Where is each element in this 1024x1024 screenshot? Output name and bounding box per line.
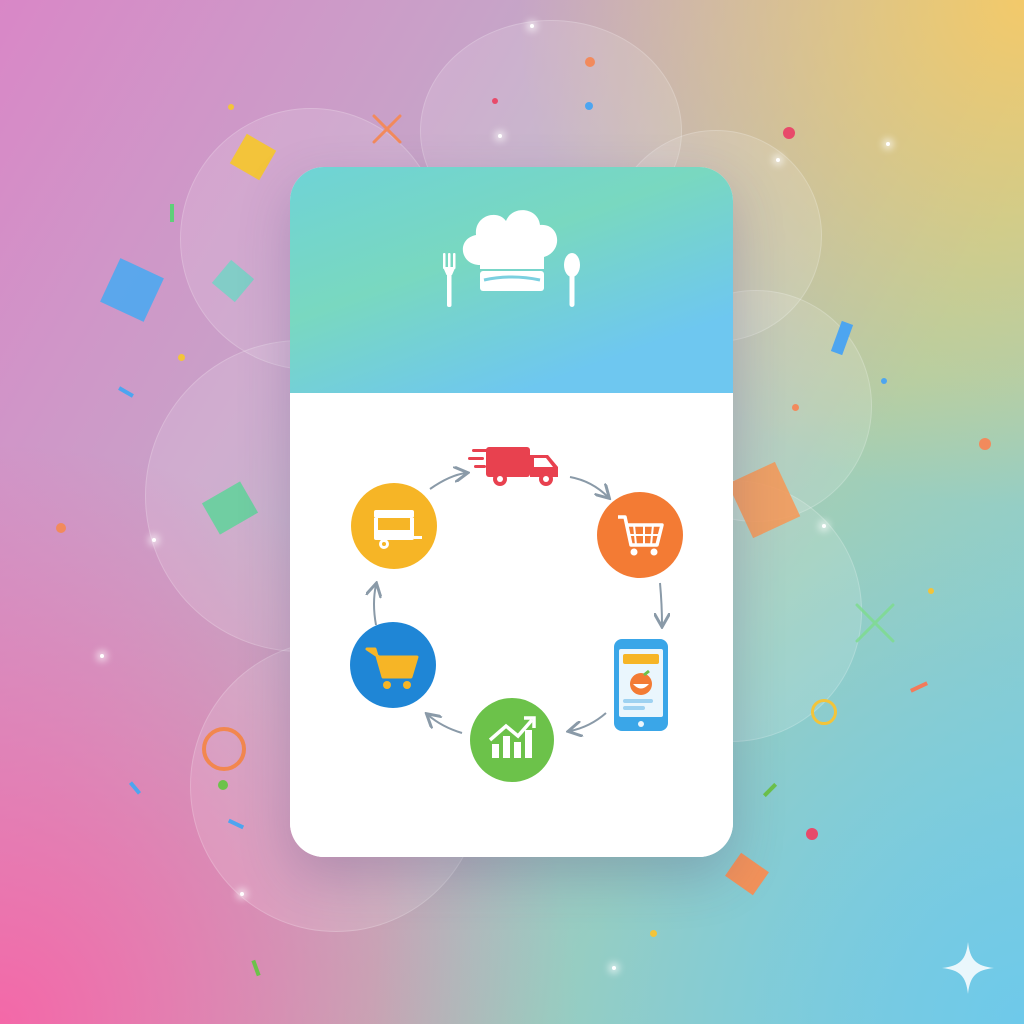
- shopping-cart-icon: [350, 622, 436, 708]
- confetti-dot: [492, 98, 498, 104]
- food-truck-icon: [351, 483, 437, 569]
- cycle-arrow: [429, 473, 466, 490]
- confetti-piece: [909, 681, 929, 693]
- sparkle: [100, 654, 104, 658]
- mobile-ordering-app-icon: [614, 639, 668, 731]
- cycle-arrow: [374, 585, 376, 626]
- confetti-piece: [100, 258, 164, 322]
- growth-chart-icon: [470, 698, 554, 782]
- confetti-dot: [585, 57, 595, 67]
- confetti-piece: [128, 781, 142, 795]
- ring-decoration: [811, 699, 837, 725]
- confetti-piece: [170, 204, 174, 222]
- delivery-truck-icon: [468, 447, 558, 486]
- cycle-arrow: [660, 582, 662, 625]
- cycle-arrow: [428, 715, 463, 734]
- confetti-dot: [56, 523, 66, 533]
- card-body: [290, 393, 733, 857]
- confetti-dot: [928, 588, 934, 594]
- cycle-arrow: [570, 712, 607, 731]
- app-card: [290, 167, 733, 857]
- business-cycle-diagram: [350, 447, 683, 782]
- sparkle: [530, 24, 534, 28]
- confetti-dot: [979, 438, 991, 450]
- confetti-dot: [792, 404, 799, 411]
- confetti-dot: [650, 930, 657, 937]
- confetti-dot: [881, 378, 887, 384]
- confetti-dot: [585, 102, 593, 110]
- confetti-piece: [725, 852, 769, 896]
- confetti-dot: [218, 780, 228, 790]
- cross-mark-icon: [372, 114, 402, 144]
- ring-decoration: [202, 727, 246, 771]
- shopping-cart-icon: [597, 492, 683, 578]
- sparkle: [498, 134, 502, 138]
- confetti-dot: [806, 828, 818, 840]
- card-header: [290, 167, 733, 393]
- cross-mark-icon: [855, 603, 895, 643]
- sparkle: [886, 142, 890, 146]
- confetti-piece: [118, 386, 134, 398]
- confetti-piece: [251, 959, 261, 977]
- sparkle: [612, 966, 616, 970]
- star-sparkle-icon: [942, 942, 994, 994]
- sparkle: [152, 538, 156, 542]
- confetti-piece: [762, 782, 778, 798]
- sparkle: [822, 524, 826, 528]
- sparkle: [240, 892, 244, 896]
- confetti-dot: [783, 127, 795, 139]
- confetti-dot: [178, 354, 185, 361]
- confetti-dot: [228, 104, 234, 110]
- cycle-arrow: [569, 476, 608, 497]
- chef-hat-fork-spoon-icon: [443, 210, 580, 307]
- sparkle: [776, 158, 780, 162]
